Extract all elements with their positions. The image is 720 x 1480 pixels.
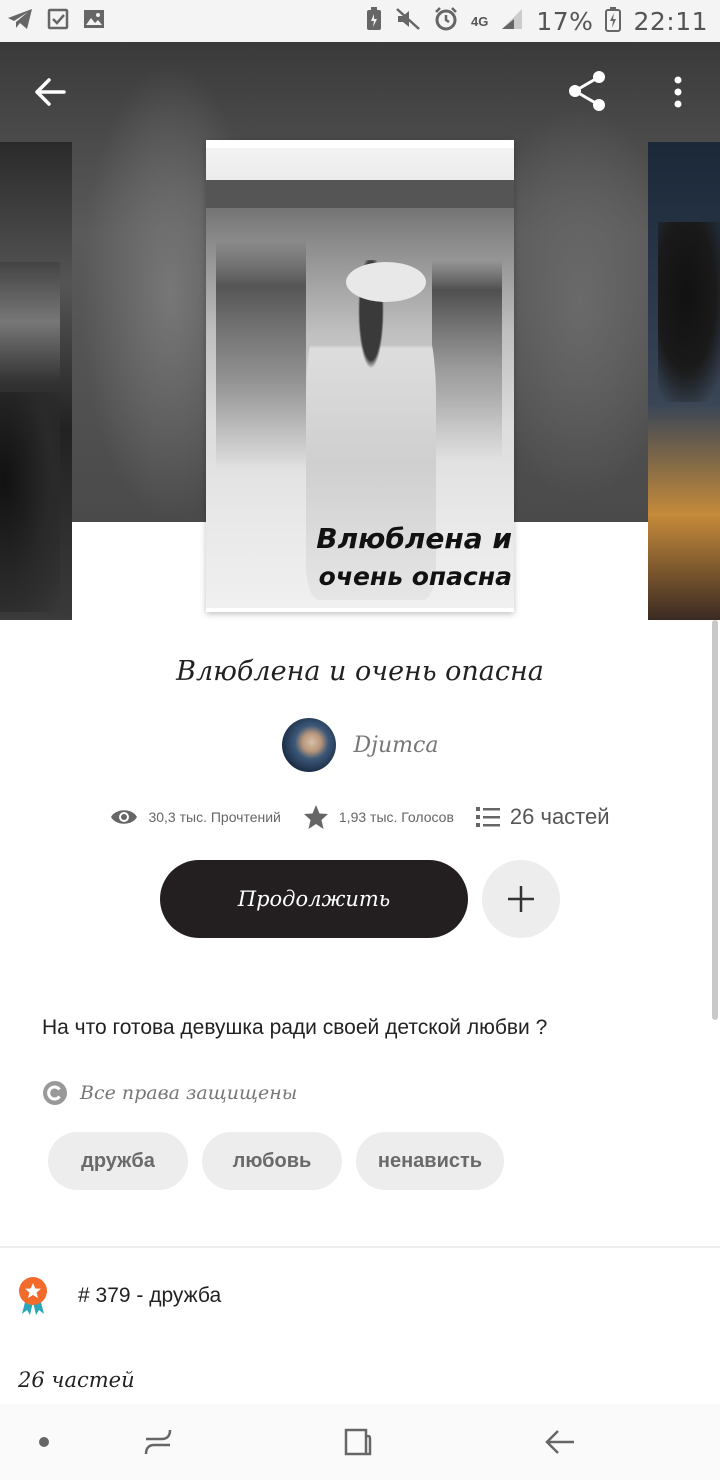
ranking-badge-icon [19, 1277, 47, 1315]
back-button[interactable] [26, 70, 74, 114]
copyright-row: Все права защищены [42, 1080, 297, 1106]
story-cover[interactable]: Влюблена и очень опасна [206, 140, 514, 612]
parts-stat: 26 частей [475, 804, 610, 830]
story-stats: 30,3 тыс. Прочтений 1,93 тыс. Голосов 26… [0, 804, 720, 830]
back-arrow-icon [545, 1430, 574, 1454]
arrow-left-icon [35, 78, 66, 106]
cover-title-line2: очень опасна [318, 562, 512, 591]
tag-hatred[interactable]: ненависть [356, 1132, 504, 1190]
telegram-icon [6, 7, 34, 36]
tag-love[interactable]: любовь [202, 1132, 342, 1190]
system-navigation-bar [0, 1404, 720, 1480]
more-vertical-icon [674, 76, 682, 108]
share-button[interactable] [560, 66, 614, 116]
recent-apps-icon [144, 1429, 172, 1455]
star-icon [303, 805, 328, 829]
battery-percent: 17% [536, 6, 594, 36]
next-story-cover[interactable] [648, 142, 720, 620]
parts-count: 26 частей [509, 804, 610, 829]
avatar[interactable] [281, 718, 336, 772]
home-button[interactable] [336, 1420, 380, 1464]
signal-icon [500, 7, 524, 36]
votes-count: 1,93 тыс. Голосов [338, 809, 454, 825]
share-icon [569, 71, 605, 111]
tag-friendship[interactable]: дружба [48, 1132, 188, 1190]
plus-icon [508, 886, 534, 912]
section-divider [0, 1246, 720, 1248]
story-title: Влюблена и очень опасна [176, 656, 544, 687]
battery-icon [605, 6, 622, 37]
copyright-icon [43, 1081, 67, 1105]
network-type: 4G [471, 13, 489, 29]
recent-apps-button[interactable] [136, 1420, 180, 1464]
ranking-row[interactable]: # 379 - дружба [16, 1276, 221, 1316]
list-icon [475, 807, 500, 827]
clock: 22:11 [633, 6, 708, 36]
author-name[interactable]: Djumca [354, 733, 439, 758]
ranking-text: # 379 - дружба [78, 1284, 222, 1307]
eye-icon [111, 810, 138, 824]
author-row[interactable]: Djumca [0, 718, 720, 772]
continue-label: Продолжить [237, 887, 391, 911]
parts-heading: 26 частей [18, 1368, 135, 1392]
more-options-button[interactable] [660, 70, 696, 114]
status-bar: 4G 17% 22:11 [0, 0, 720, 42]
nav-dot-button[interactable] [32, 1430, 56, 1454]
checkbox-notification-icon [46, 7, 70, 36]
image-notification-icon [82, 7, 106, 36]
reads-stat: 30,3 тыс. Прочтений [110, 807, 281, 827]
previous-story-cover[interactable] [0, 142, 72, 620]
mute-icon [395, 7, 421, 36]
copyright-text: Все права защищены [80, 1082, 298, 1104]
system-back-button[interactable] [538, 1420, 582, 1464]
reads-count: 30,3 тыс. Прочтений [148, 809, 281, 825]
alarm-icon [433, 6, 459, 37]
cover-title-overlay: Влюблена и очень опасна [206, 520, 514, 596]
dot-icon [39, 1437, 49, 1447]
battery-saver-icon [365, 6, 383, 37]
add-to-library-button[interactable] [482, 860, 560, 938]
continue-reading-button[interactable]: Продолжить [160, 860, 468, 938]
tag-list: дружба любовь ненависть [48, 1132, 504, 1190]
story-description: На что готова девушка ради своей детской… [42, 1016, 548, 1039]
votes-stat: 1,93 тыс. Голосов [303, 804, 454, 830]
cover-title-line1: Влюблена и [316, 522, 512, 555]
home-square-icon [344, 1428, 372, 1456]
